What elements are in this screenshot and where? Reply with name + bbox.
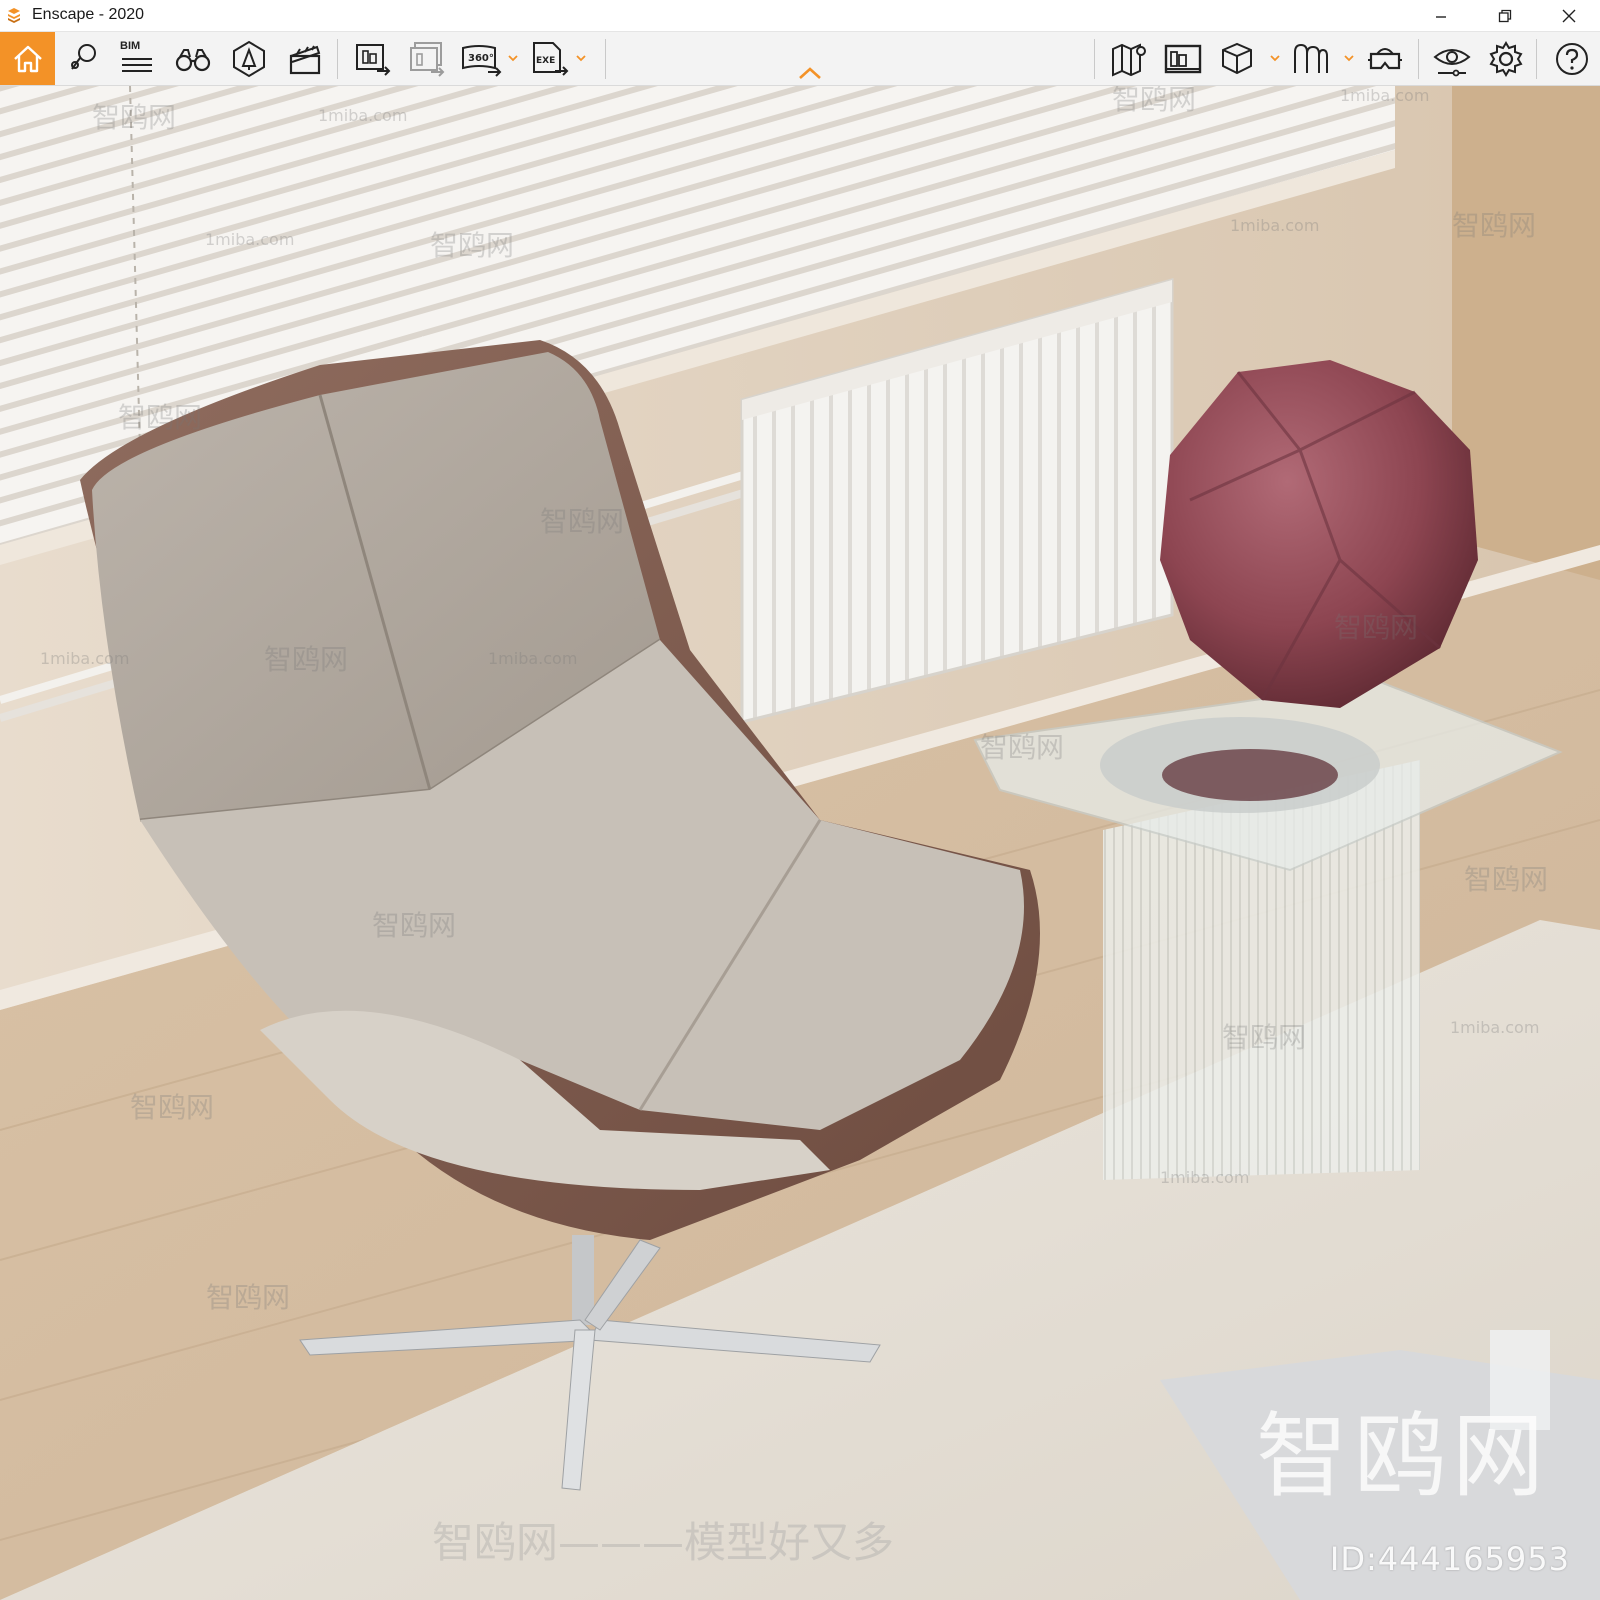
enscape-toolbar: BIM 360° EXE xyxy=(0,32,1600,86)
window-title: Enscape - 2020 xyxy=(32,6,145,23)
bim-label: BIM xyxy=(120,40,141,52)
chevron-down-icon[interactable] xyxy=(1344,52,1354,64)
panorama-360-label: 360° xyxy=(468,53,494,64)
watermark-site: 1miba.com xyxy=(318,106,408,125)
map-icon xyxy=(1112,42,1146,77)
export-exe-button[interactable]: EXE xyxy=(524,32,574,85)
watermark-brand: 智鸥网 xyxy=(130,1091,215,1124)
watermark-brand: 智鸥网 xyxy=(372,909,457,942)
watermark-site: 1miba.com xyxy=(1450,1018,1540,1037)
cube-view-button[interactable] xyxy=(1212,32,1262,85)
capture-button[interactable] xyxy=(1158,32,1208,85)
restore-icon xyxy=(1498,9,1512,22)
panorama-360-icon: 360° xyxy=(462,44,502,77)
watermark-brand: 智鸥网 xyxy=(430,229,515,262)
watermark-id: ID:444165953 xyxy=(1329,1540,1570,1578)
toolbar-separator xyxy=(605,39,606,79)
general-settings-button[interactable] xyxy=(1481,32,1531,85)
cube-icon xyxy=(1222,42,1252,74)
material-icon xyxy=(1294,43,1328,73)
vr-headset-icon xyxy=(1368,47,1402,69)
toolbar-separator xyxy=(1536,39,1537,79)
toolbar-separator xyxy=(1418,39,1419,79)
watermark-site: 1miba.com xyxy=(488,649,578,668)
watermark-site: 1miba.com xyxy=(1230,216,1320,235)
watermark-brand: 智鸥网 xyxy=(1222,1021,1307,1054)
render-image-icon xyxy=(356,43,391,76)
watermark-slogan: 智鸥网———模型好又多 xyxy=(432,1518,895,1567)
binoculars-icon xyxy=(175,48,211,71)
minimize-icon xyxy=(1436,15,1446,18)
chevron-down-icon[interactable] xyxy=(508,52,518,64)
watermark-site: 1miba.com xyxy=(1160,1168,1250,1187)
asset-library-button[interactable] xyxy=(224,32,274,85)
watermark-brand: 智鸥网 xyxy=(1334,611,1419,644)
watermark-brand: 智鸥网 xyxy=(264,643,349,676)
watermark-big: 智鸥网 xyxy=(1255,1403,1550,1510)
close-icon xyxy=(1562,9,1576,22)
map-button[interactable] xyxy=(1104,32,1154,85)
scene-render xyxy=(0,86,1600,1600)
chevron-down-icon[interactable] xyxy=(576,52,586,64)
material-editor-button[interactable] xyxy=(1286,32,1336,85)
minimize-button[interactable] xyxy=(1418,0,1464,31)
batch-render-button[interactable] xyxy=(402,32,452,85)
binoculars-button[interactable] xyxy=(168,32,218,85)
watermark-brand: 智鸥网 xyxy=(540,505,625,538)
close-button[interactable] xyxy=(1546,0,1592,31)
restore-button[interactable] xyxy=(1482,0,1528,31)
video-editor-button[interactable] xyxy=(280,32,330,85)
watermark-brand: 智鸥网 xyxy=(1112,86,1197,116)
chevron-up-icon[interactable] xyxy=(798,66,822,80)
title-bar: Enscape - 2020 xyxy=(0,0,1600,32)
watermark-site: 1miba.com xyxy=(40,649,130,668)
render-viewport[interactable]: 1miba.com 1miba.com 1miba.com 1miba.com … xyxy=(0,86,1600,1600)
panorama-360-button[interactable]: 360° xyxy=(456,32,506,85)
home-icon xyxy=(13,45,42,72)
eye-settings-icon xyxy=(1433,48,1471,76)
watermark-brand: 智鸥网 xyxy=(118,401,203,434)
visual-settings-button[interactable] xyxy=(1427,32,1477,85)
watermark-brand: 智鸥网 xyxy=(1452,209,1537,242)
toolbar-separator xyxy=(1094,39,1095,79)
clapperboard-icon xyxy=(289,45,321,74)
export-exe-label: EXE xyxy=(536,56,555,66)
help-icon xyxy=(1556,42,1588,75)
watermark-brand: 智鸥网 xyxy=(980,731,1065,764)
export-exe-icon: EXE xyxy=(533,41,569,76)
toolbar-separator xyxy=(337,39,338,79)
watermark-site: 1miba.com xyxy=(205,230,295,249)
capture-icon xyxy=(1164,44,1202,73)
watermark-brand: 智鸥网 xyxy=(1464,863,1549,896)
home-button[interactable] xyxy=(0,32,55,85)
watermark-brand: 智鸥网 xyxy=(92,101,177,134)
chevron-down-icon[interactable] xyxy=(1270,52,1280,64)
views-pin-icon xyxy=(71,43,96,70)
render-image-button[interactable] xyxy=(348,32,398,85)
help-button[interactable] xyxy=(1546,32,1598,85)
asset-library-icon xyxy=(233,40,265,77)
enscape-logo-icon xyxy=(8,8,20,23)
batch-render-icon xyxy=(410,41,445,77)
watermark-site: 1miba.com xyxy=(1340,86,1430,105)
vr-headset-button[interactable] xyxy=(1360,32,1410,85)
views-button[interactable] xyxy=(58,32,108,85)
gear-icon xyxy=(1489,40,1523,77)
watermark-brand: 智鸥网 xyxy=(206,1281,291,1314)
